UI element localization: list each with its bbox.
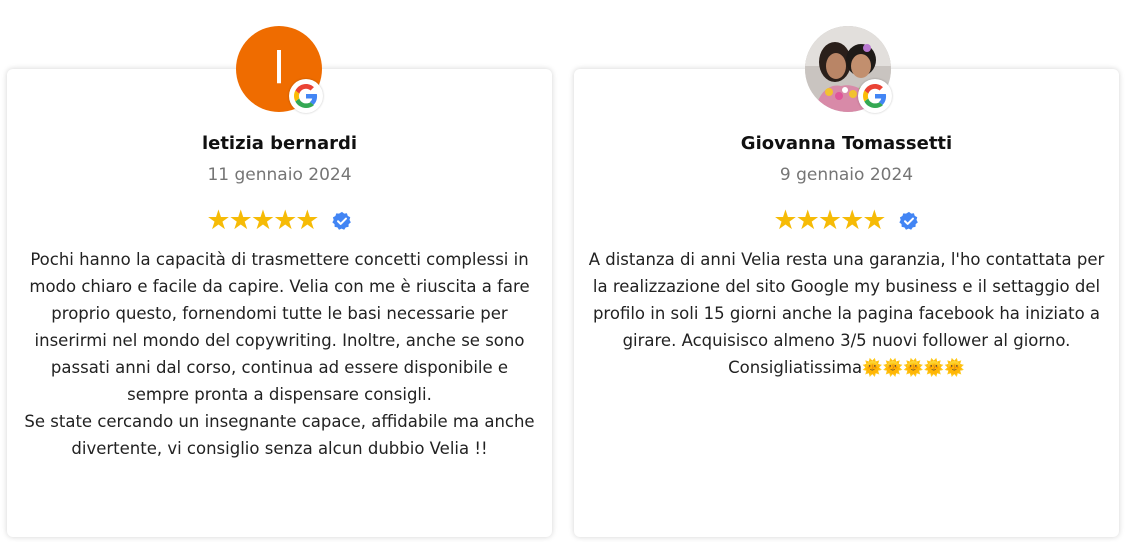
verified-badge-icon: [331, 211, 351, 230]
star-icon: ★: [250, 205, 276, 236]
review-text-paragraph: Se state cercando un insegnante capace, …: [24, 412, 535, 458]
review-text: A distanza di anni Velia resta una garan…: [588, 246, 1105, 381]
review-text-paragraph: A distanza di anni Velia resta una garan…: [588, 250, 1105, 377]
star-icon: ★: [795, 205, 820, 236]
review-card: letizia bernardi 11 gennaio 2024 ★★★★★ P…: [7, 69, 552, 537]
sun-emoji: 🌞🌞🌞🌞🌞: [862, 358, 965, 377]
star-icon: ★: [840, 205, 865, 236]
review-text-paragraph: Pochi hanno la capacità di trasmettere c…: [29, 250, 530, 404]
google-icon: [289, 79, 323, 113]
verified-badge-icon: [898, 211, 918, 230]
star-icon: ★: [273, 205, 298, 236]
star-icon: ★: [228, 205, 253, 236]
review-text: Pochi hanno la capacità di trasmettere c…: [21, 246, 538, 462]
avatar: [805, 26, 892, 113]
star-icon: ★: [773, 205, 798, 236]
reviewer-name: Giovanna Tomassetti: [740, 133, 953, 154]
rating-stars: ★★★★★: [574, 207, 1119, 235]
google-icon: [858, 79, 892, 113]
reviewer-name: letizia bernardi: [201, 133, 358, 154]
star-icon: ★: [862, 205, 887, 236]
avatar: l: [236, 26, 323, 113]
review-date: 9 gennaio 2024: [779, 165, 914, 185]
review-card: Giovanna Tomassetti 9 gennaio 2024 ★★★★★…: [574, 69, 1119, 537]
review-date: 11 gennaio 2024: [207, 165, 352, 185]
star-icon: ★: [206, 205, 231, 236]
star-icon: ★: [817, 205, 843, 236]
rating-stars: ★★★★★: [7, 207, 552, 235]
star-icon: ★: [295, 205, 320, 236]
